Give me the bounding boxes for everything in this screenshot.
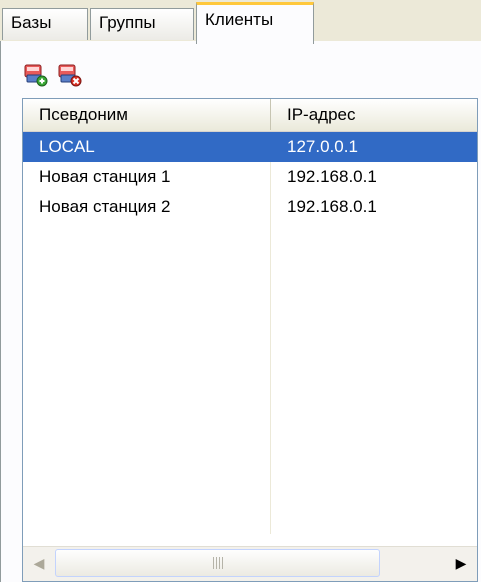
ip-cell: 192.168.0.1 bbox=[287, 167, 377, 186]
list-rows: LOCAL 127.0.0.1 Новая станция 1 192.168.… bbox=[23, 132, 477, 534]
alias-cell: Новая станция 1 bbox=[39, 167, 171, 186]
alias-cell: LOCAL bbox=[39, 137, 95, 156]
scroll-track[interactable] bbox=[55, 547, 445, 581]
tab-bar: Базы Группы Клиенты bbox=[0, 0, 481, 44]
table-row[interactable]: LOCAL 127.0.0.1 bbox=[23, 132, 477, 162]
toolbar bbox=[22, 56, 84, 92]
tab-groups[interactable]: Группы bbox=[90, 8, 194, 40]
tab-clients[interactable]: Клиенты bbox=[196, 2, 314, 44]
clients-list[interactable]: Псевдоним IP-адрес LOCAL 127.0.0.1 Новая… bbox=[22, 98, 478, 582]
add-station-icon bbox=[24, 64, 48, 87]
scroll-right-button[interactable]: ▶ bbox=[445, 547, 477, 579]
scroll-thumb[interactable] bbox=[55, 549, 380, 577]
alias-cell: Новая станция 2 bbox=[39, 197, 171, 216]
arrow-left-icon: ◀ bbox=[33, 554, 45, 571]
horizontal-scrollbar[interactable]: ◀ ▶ bbox=[23, 546, 477, 581]
list-header: Псевдоним IP-адрес bbox=[23, 99, 477, 132]
delete-station-icon bbox=[58, 64, 82, 87]
scroll-left-button[interactable]: ◀ bbox=[23, 547, 55, 579]
arrow-right-icon: ▶ bbox=[455, 554, 467, 571]
table-row[interactable]: Новая станция 1 192.168.0.1 bbox=[23, 162, 477, 192]
ip-cell: 127.0.0.1 bbox=[287, 137, 358, 156]
tab-bases[interactable]: Базы bbox=[2, 8, 88, 40]
add-station-button[interactable] bbox=[22, 60, 50, 88]
column-header-ip[interactable]: IP-адрес bbox=[271, 99, 477, 130]
delete-station-button[interactable] bbox=[56, 60, 84, 88]
ip-cell: 192.168.0.1 bbox=[287, 197, 377, 216]
grip-icon bbox=[212, 557, 223, 569]
table-row[interactable]: Новая станция 2 192.168.0.1 bbox=[23, 192, 477, 222]
column-header-alias[interactable]: Псевдоним bbox=[23, 99, 271, 130]
